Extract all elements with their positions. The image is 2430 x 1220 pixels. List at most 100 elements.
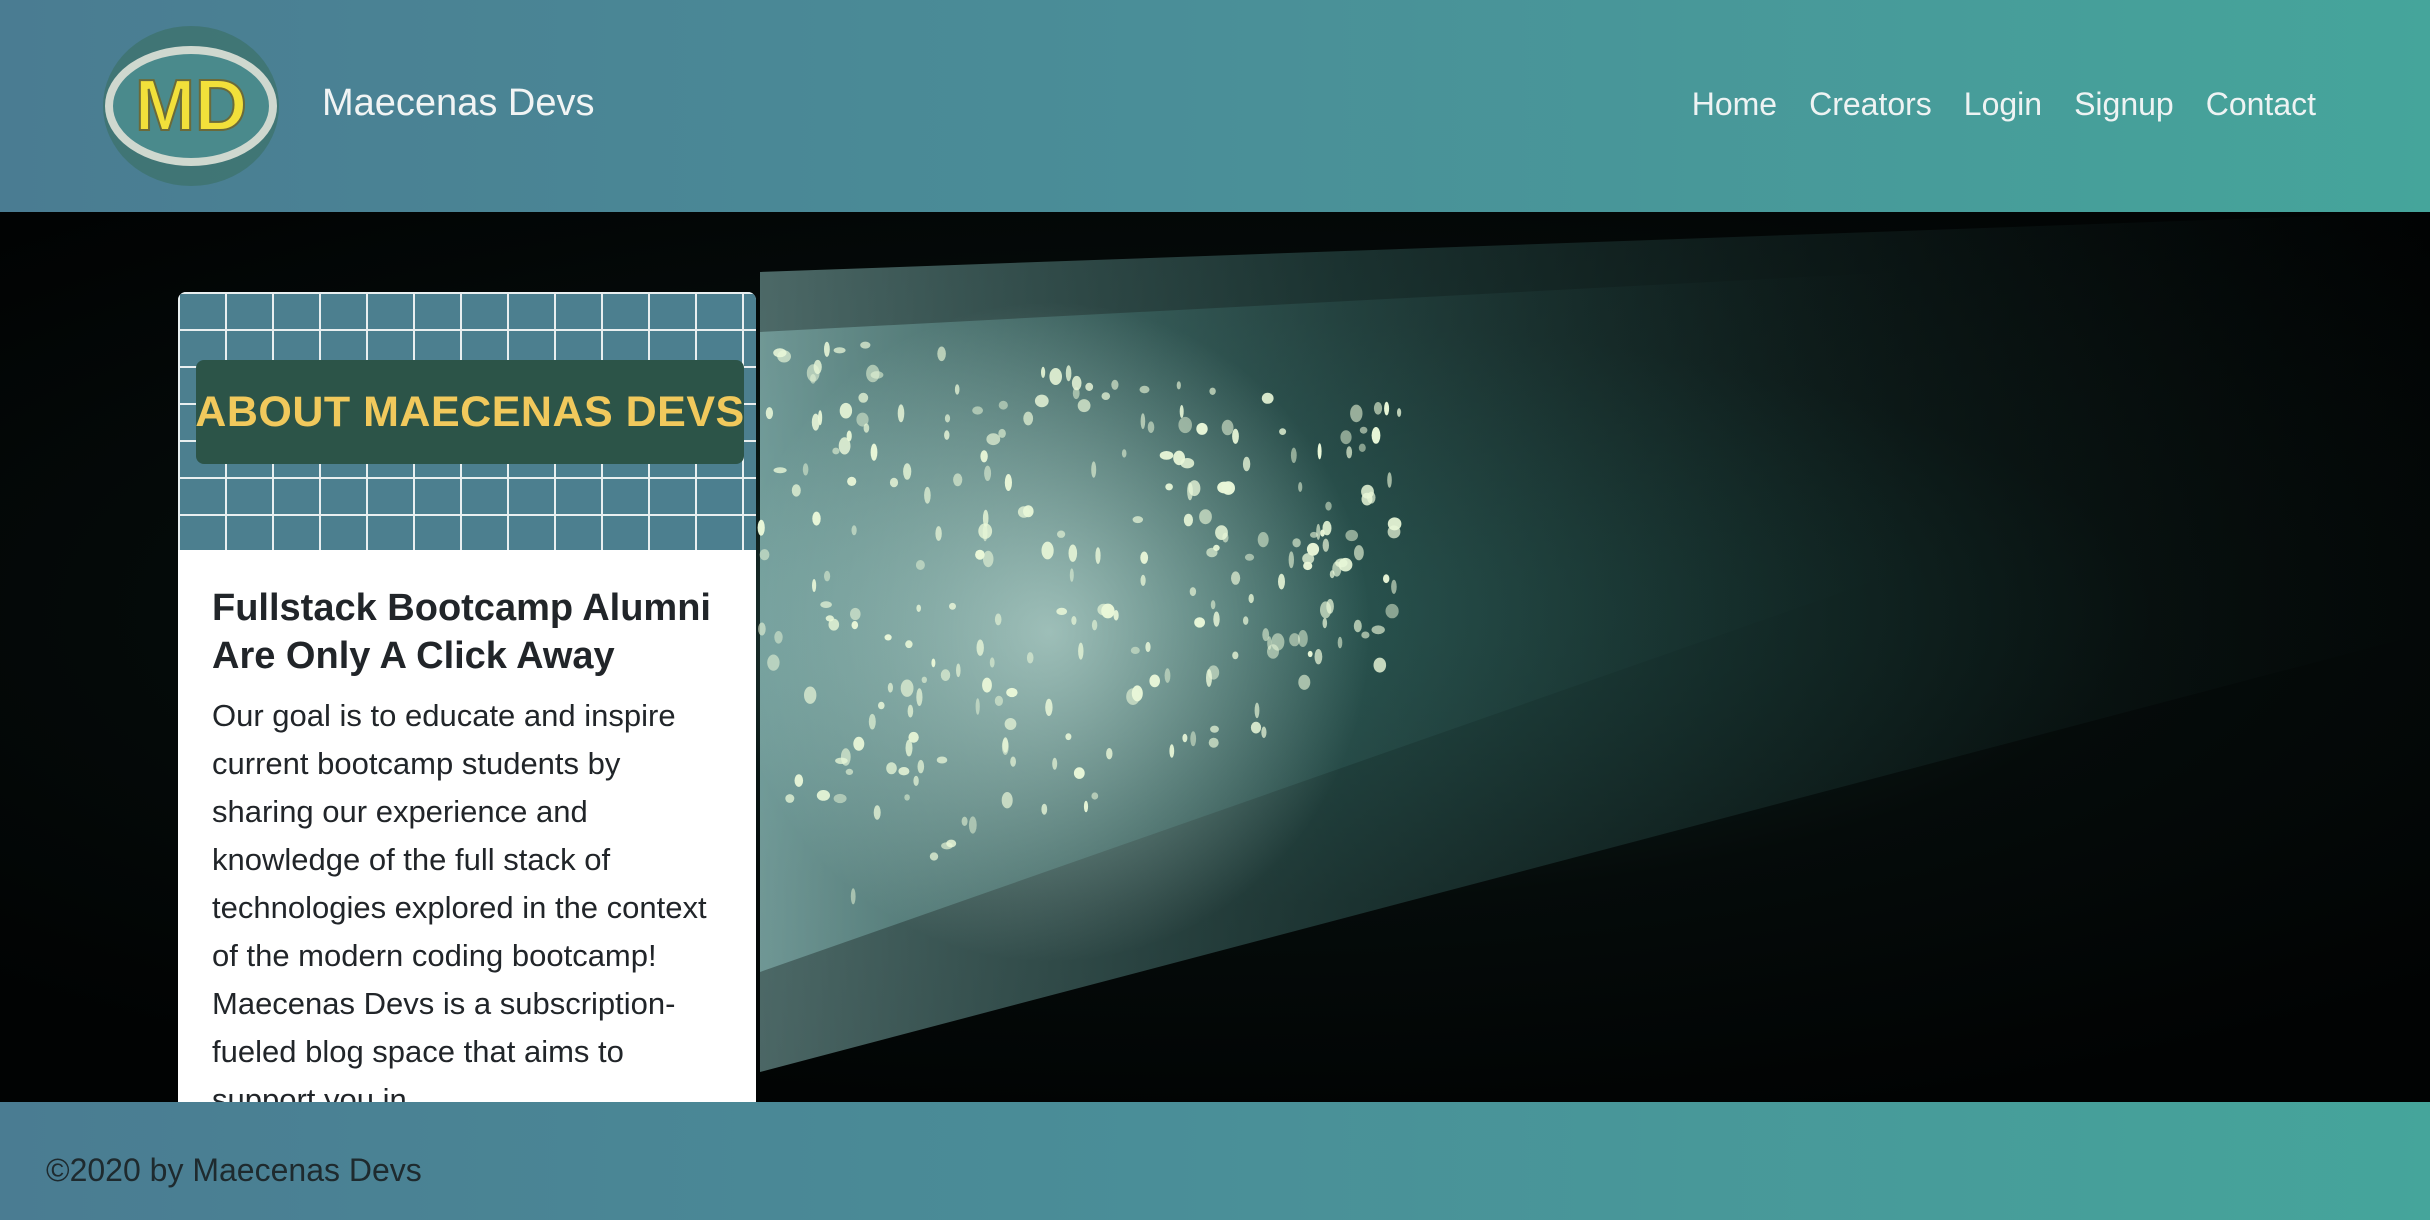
fiber-light-dot [915, 560, 925, 570]
fiber-light-dot [1085, 382, 1094, 391]
fiber-light-dot [1257, 532, 1269, 548]
fiber-light-dot [1023, 505, 1034, 518]
fiber-light-dot [757, 519, 765, 536]
fiber-light-dot [1164, 668, 1171, 683]
fiber-light-dot [975, 549, 985, 560]
nav-link-signup[interactable]: Signup [2074, 86, 2174, 123]
fiber-light-dot [944, 430, 950, 440]
fiber-light-dot [976, 639, 984, 656]
nav-link-login[interactable]: Login [1964, 86, 2042, 123]
fiber-light-dot [1316, 523, 1321, 540]
fiber-light-dot [1199, 509, 1212, 525]
fiber-light-dot [870, 371, 884, 379]
fiber-light-dot [1314, 649, 1323, 665]
fiber-light-dot [1231, 571, 1241, 585]
fiber-light-dot [824, 570, 831, 582]
fiber-light-dot [833, 793, 847, 804]
fiber-light-dot [1346, 446, 1353, 459]
fiber-light-dot [878, 701, 885, 710]
nav-link-contact[interactable]: Contact [2206, 86, 2316, 123]
fiber-light-dot [1065, 365, 1072, 382]
fiber-light-dot [1101, 603, 1115, 619]
fiber-light-dot [1322, 617, 1328, 629]
fiber-light-dot [1069, 568, 1074, 582]
fiber-light-dot [1188, 480, 1201, 497]
fiber-light-dot [916, 604, 921, 612]
fiber-light-dot [1083, 800, 1089, 813]
fiber-light-dot [972, 406, 983, 415]
fiber-light-dot [975, 698, 980, 715]
fiber-light-dot [1010, 756, 1016, 767]
fiber-light-dot [921, 676, 927, 683]
fiber-light-dot [1387, 472, 1392, 488]
fiber-light-dot [1261, 726, 1267, 739]
fiber-light-dot [812, 579, 817, 592]
fiber-light-dot [1320, 529, 1325, 537]
fiber-light-dot [1232, 428, 1239, 444]
fiber-light-dot [806, 364, 820, 382]
fiber-light-dot [1208, 737, 1219, 748]
card-title: Fullstack Bootcamp Alumni Are Only A Cli… [212, 587, 711, 677]
fiber-light-dot [1091, 461, 1097, 478]
fiber-light-dot [1182, 733, 1188, 743]
fiber-light-dot [1190, 731, 1197, 747]
fiber-light-dot [820, 601, 832, 608]
fiber-light-dot [1065, 733, 1072, 741]
fiber-light-dot [1001, 792, 1013, 809]
fiber-light-dot [812, 511, 821, 526]
fiber-light-dot [998, 400, 1008, 410]
fiber-light-dot [1358, 443, 1366, 452]
fiber-light-dot [1041, 803, 1048, 815]
fiber-light-dot [1217, 481, 1231, 494]
fiber-light-dot [853, 736, 865, 751]
fiber-light-dot [785, 794, 795, 803]
fiber-light-dot [1139, 385, 1150, 394]
fiber-light-dot [860, 341, 871, 349]
fiber-light-dot [870, 443, 878, 461]
fiber-light-dot [758, 622, 766, 636]
fiber-light-dot [1147, 421, 1155, 433]
fiber-light-dot [1159, 451, 1174, 460]
fiber-light-dot [1180, 458, 1195, 469]
fiber-light-dot [851, 525, 857, 536]
fiber-light-dot [1057, 530, 1066, 538]
fiber-light-dot [1371, 625, 1385, 635]
fiber-light-dot [1041, 366, 1046, 378]
fiber-light-dot [1267, 636, 1272, 650]
fiber-light-dot [1373, 402, 1383, 415]
fiber-light-dot [1359, 426, 1368, 434]
fiber-light-dot [1001, 738, 1009, 755]
fiber-light-dot [1290, 447, 1297, 463]
nav-link-home[interactable]: Home [1692, 86, 1777, 123]
fiber-light-dot [818, 410, 823, 426]
fiber-light-dot [931, 658, 936, 668]
fiber-light-dot [929, 852, 939, 861]
fiber-light-dot [904, 794, 910, 801]
fiber-light-dot [828, 618, 840, 631]
fiber-light-dot [916, 688, 923, 706]
fiber-light-dot [1317, 443, 1322, 460]
brand-logo-icon[interactable]: MD [98, 22, 284, 190]
fiber-light-dot [1244, 553, 1255, 561]
nav-link-creators[interactable]: Creators [1809, 86, 1932, 123]
fiber-light-dot [1310, 531, 1318, 538]
fiber-light-dot [978, 523, 993, 539]
fiber-light-dot [1034, 394, 1049, 408]
fiber-light-dot [886, 762, 897, 775]
fiber-light-dot [1071, 616, 1077, 625]
fiber-light-dot [961, 816, 968, 826]
fiber-light-dot [1178, 416, 1192, 434]
fiber-light-dot [1242, 456, 1251, 472]
fiber-light-dot [1213, 544, 1220, 551]
fiber-light-dot [1248, 593, 1254, 604]
fiber-light-dot [1288, 551, 1295, 569]
fiber-light-dot [1006, 687, 1018, 698]
fiber-light-dot [759, 549, 770, 561]
fiber-light-dot [884, 634, 892, 641]
fiber-light-dot [1179, 405, 1184, 418]
fiber-light-dot [913, 775, 919, 787]
fiber-light-dot [1196, 422, 1208, 435]
fiber-light-dot [1183, 513, 1193, 527]
fiber-light-dot [868, 713, 876, 730]
brand-name[interactable]: Maecenas Devs [322, 82, 594, 125]
